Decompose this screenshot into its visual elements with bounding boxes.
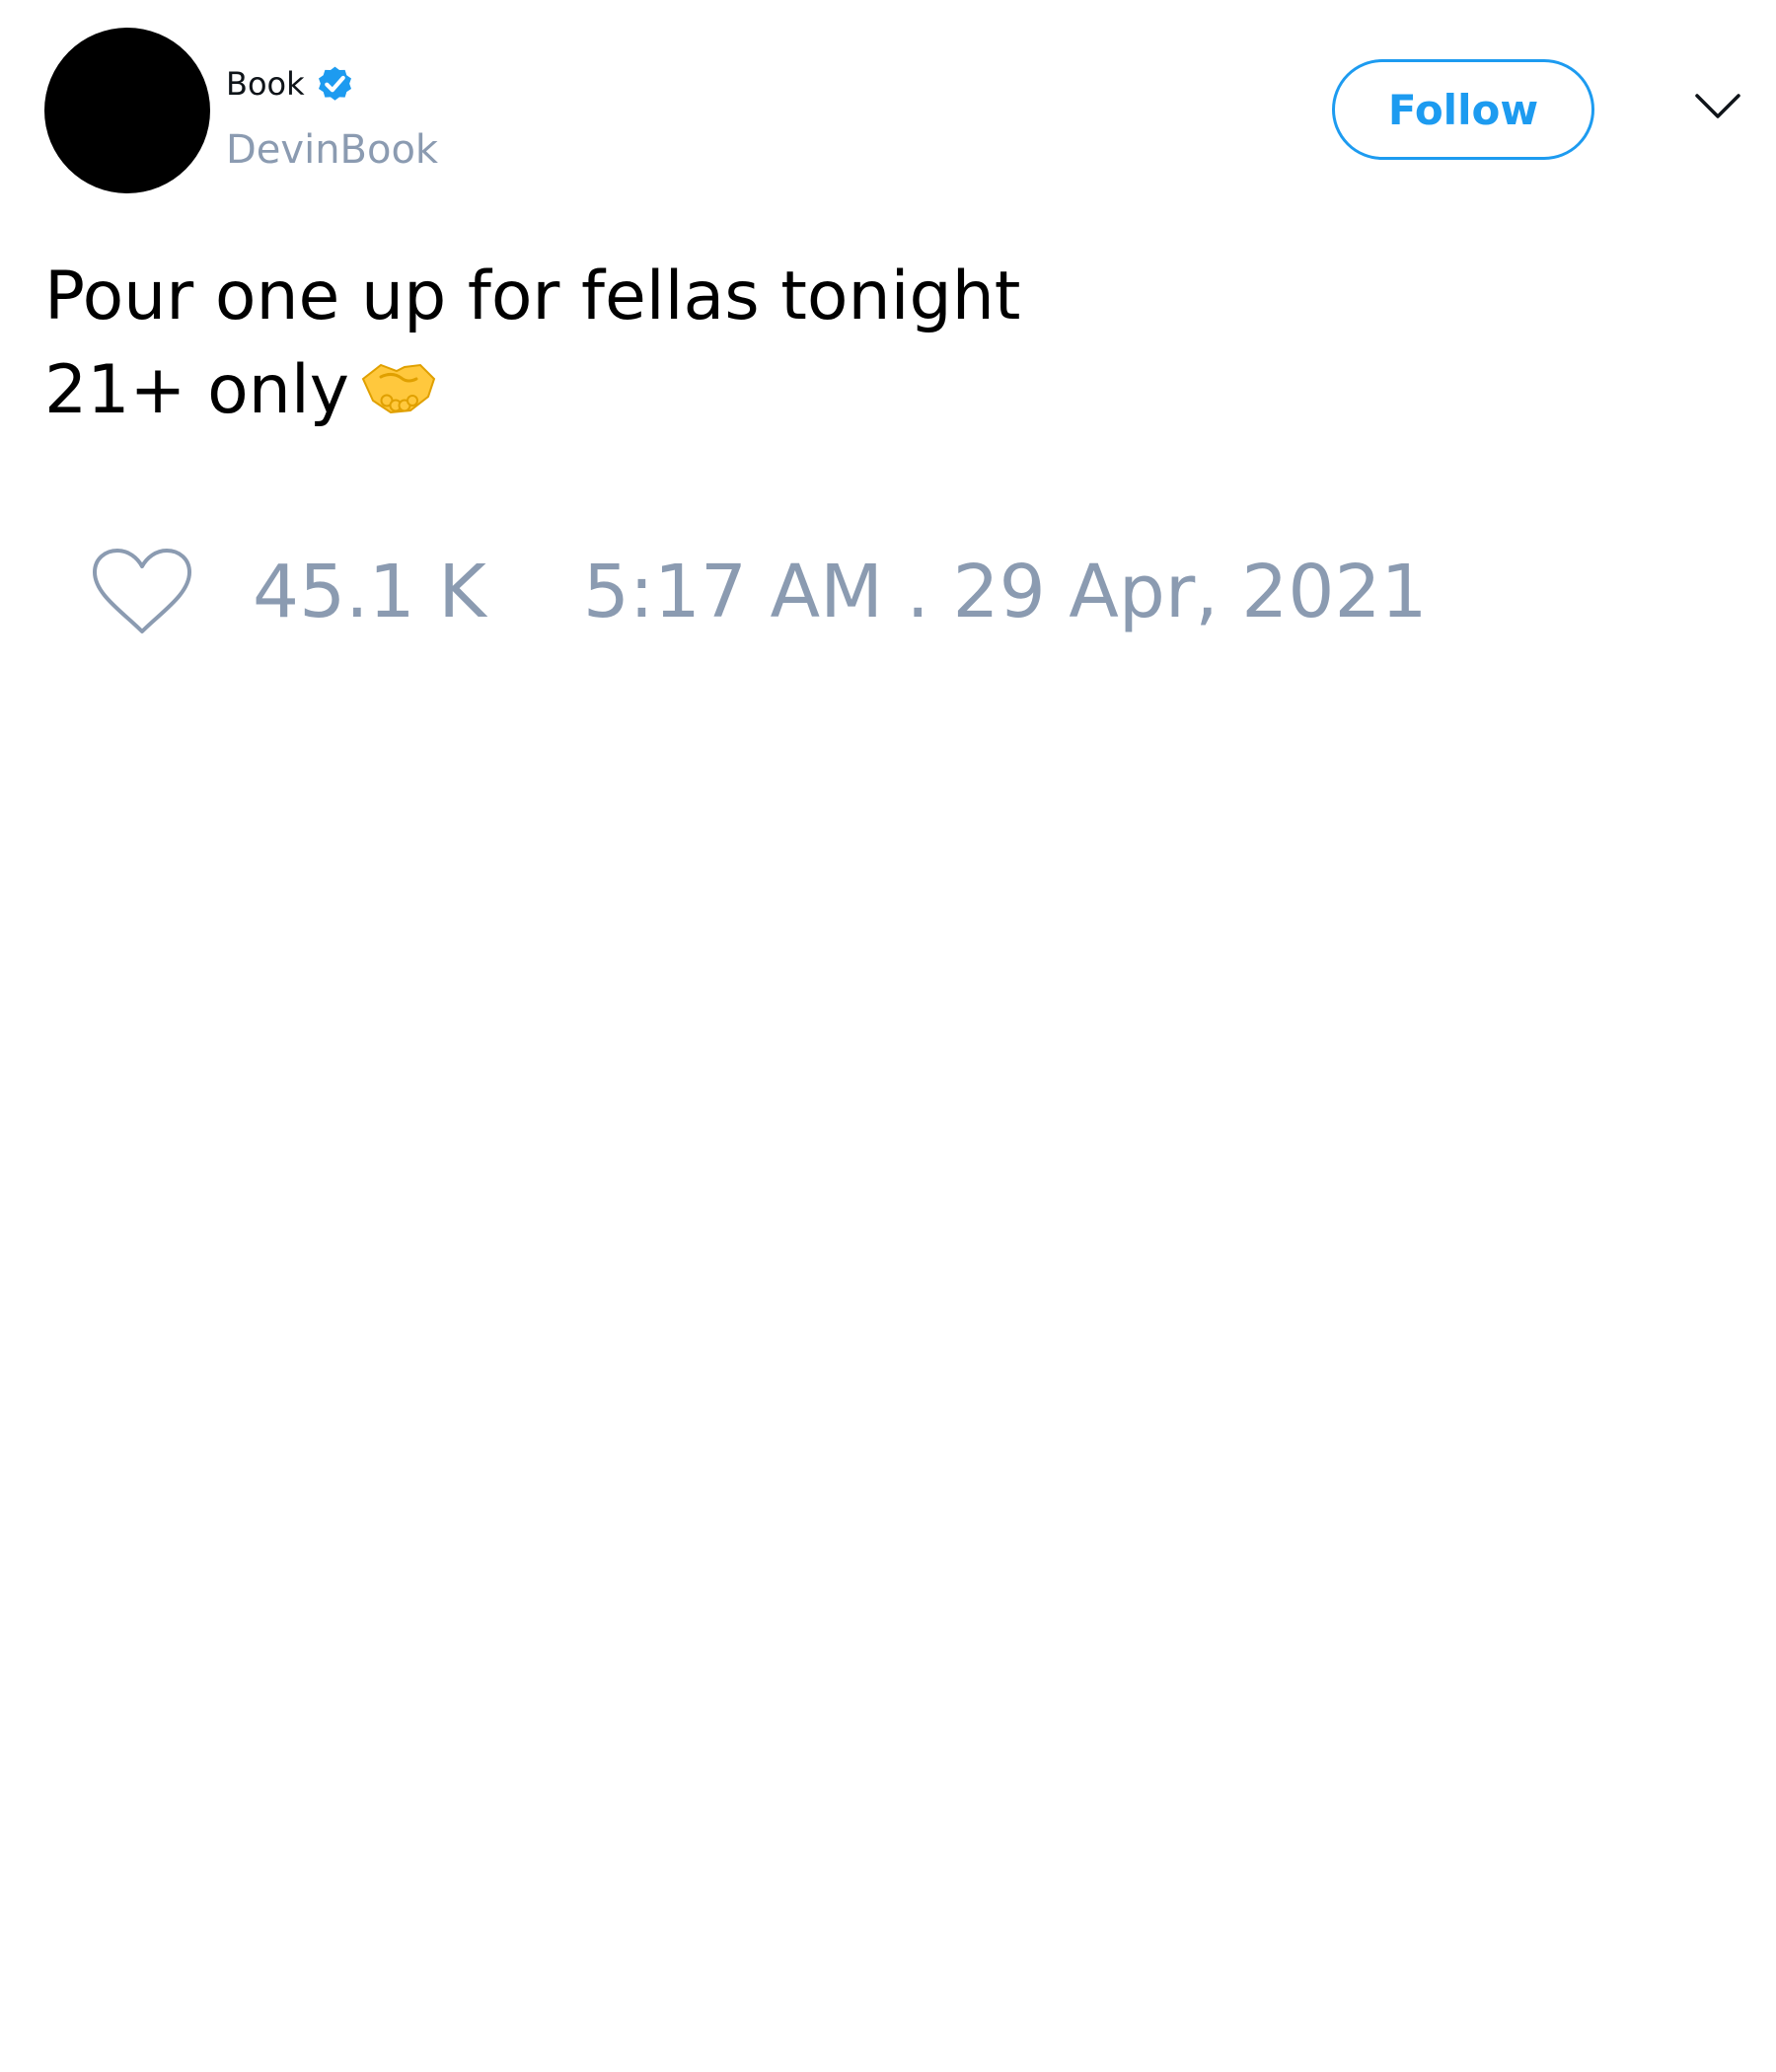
avatar[interactable]	[44, 28, 210, 193]
handle[interactable]: DevinBook	[226, 128, 438, 172]
handshake-emoji-icon	[361, 363, 436, 414]
heart-icon[interactable]	[89, 547, 195, 637]
tweet-text-line2: 21+ only	[44, 351, 349, 429]
tweet-text: Pour one up for fellas tonight 21+ only	[44, 250, 1722, 437]
chevron-down-icon[interactable]	[1694, 91, 1741, 122]
follow-button[interactable]: Follow	[1332, 59, 1594, 160]
tweet-text-line1: Pour one up for fellas tonight	[44, 258, 1021, 335]
verified-badge-icon	[318, 66, 351, 101]
display-name[interactable]: Book	[226, 68, 305, 100]
tweet-footer: 45.1 K 5:17 AM . 29 Apr, 2021	[89, 543, 1428, 641]
timestamp[interactable]: 5:17 AM . 29 Apr, 2021	[583, 550, 1428, 634]
like-count: 45.1 K	[253, 550, 486, 634]
author-name-row: Book	[226, 61, 357, 106]
